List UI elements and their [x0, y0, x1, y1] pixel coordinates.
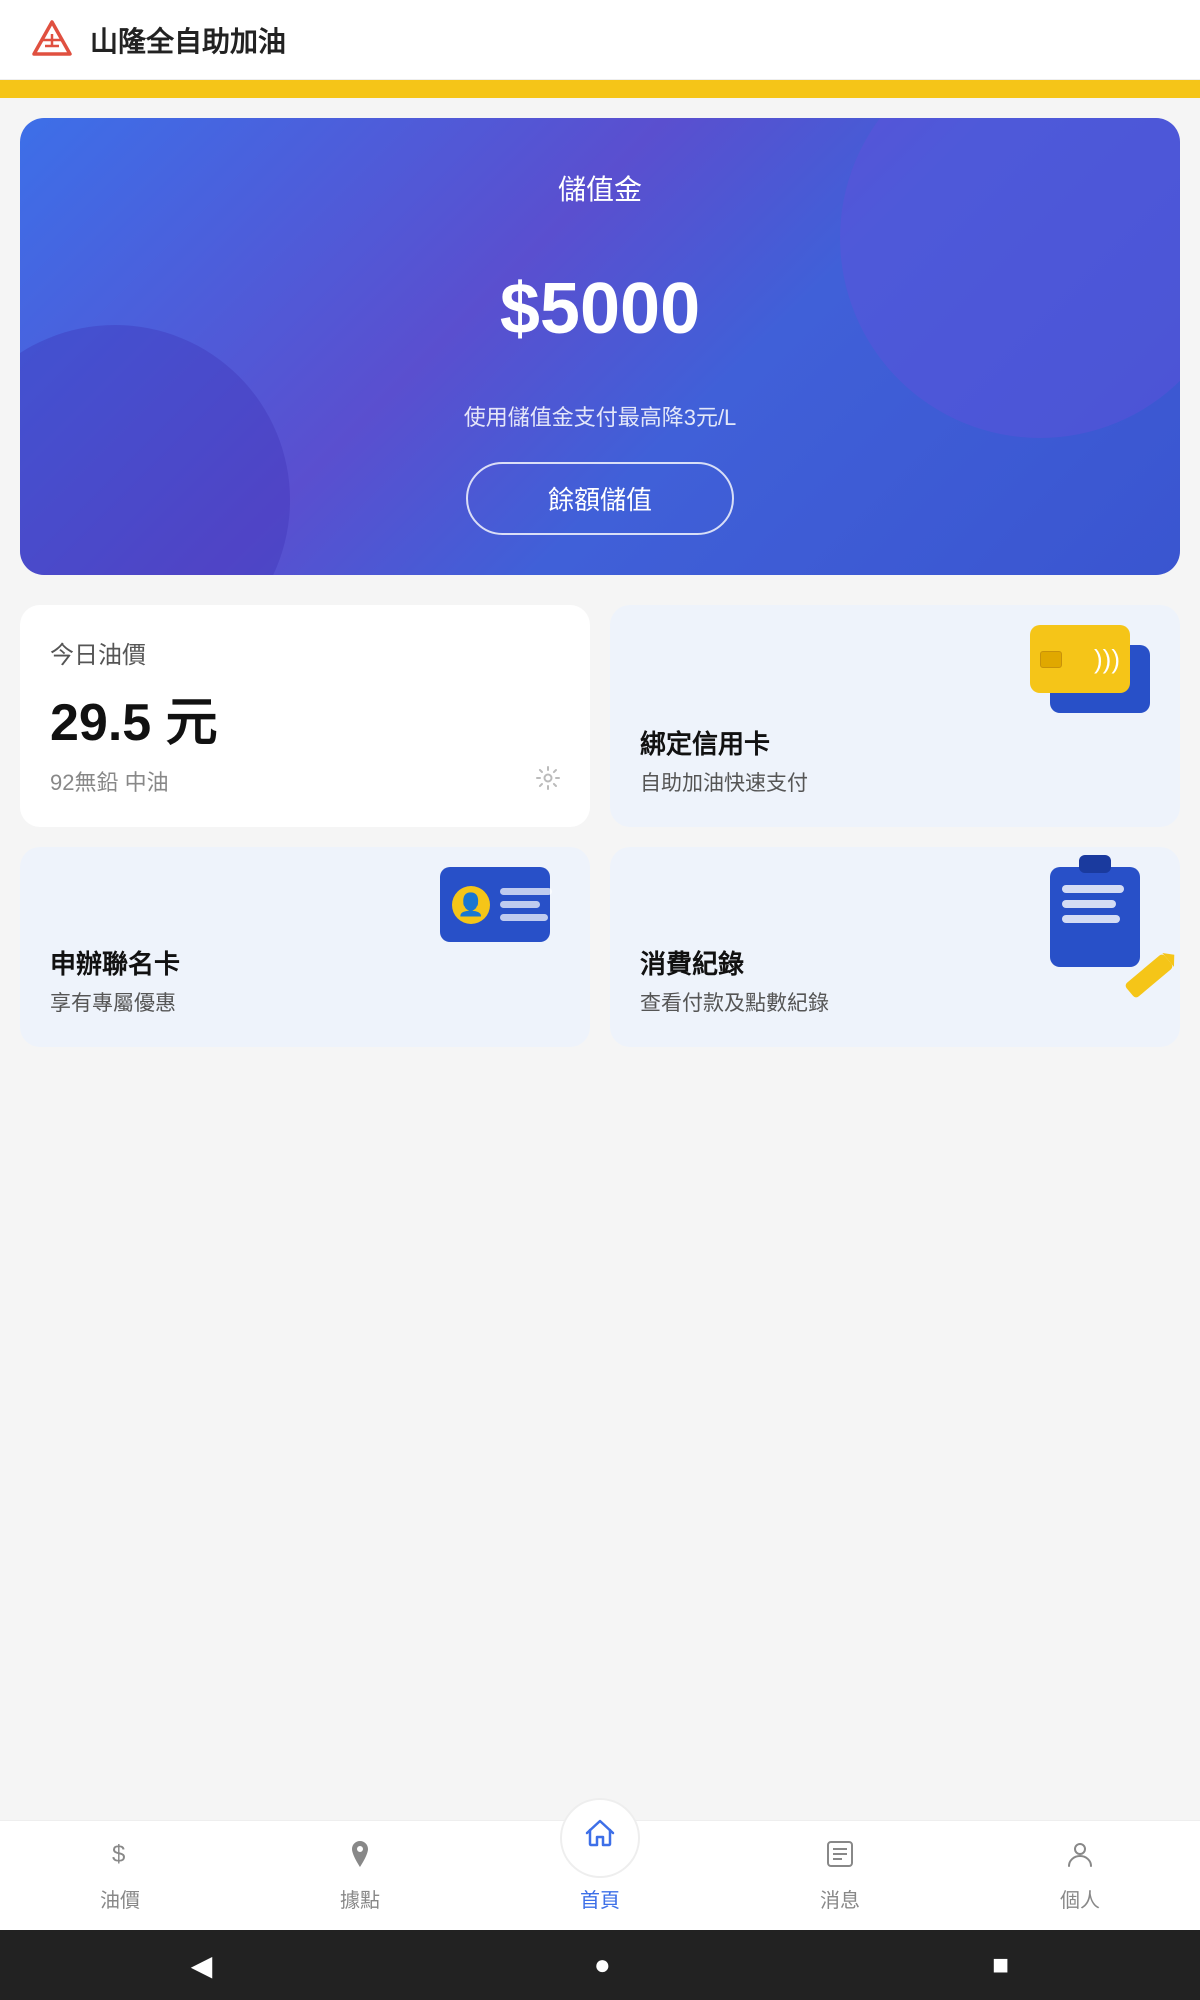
credit-card-feature[interactable]: ))) 綁定信用卡 自助加油快速支付 — [610, 605, 1180, 827]
nav-profile[interactable]: 個人 — [960, 1828, 1200, 1923]
member-line-2 — [500, 901, 540, 908]
credit-card-title: 綁定信用卡 — [640, 724, 1150, 761]
oil-price-sub: 92無鉛 中油 — [50, 765, 560, 797]
nav-points[interactable]: 據點 — [240, 1828, 480, 1923]
credit-card-sub: 自助加油快速支付 — [640, 767, 1150, 797]
member-card-icon: 👤 — [440, 867, 570, 967]
record-line-3 — [1062, 915, 1120, 923]
record-line-1 — [1062, 885, 1124, 893]
person-icon: 👤 — [457, 892, 484, 918]
membership-icon-area: 👤 — [440, 867, 570, 967]
nav-home-btn[interactable] — [560, 1798, 640, 1878]
nav-oil-label: 油價 — [100, 1884, 140, 1913]
android-recent-button[interactable]: ■ — [992, 1949, 1009, 1981]
nav-points-label: 據點 — [340, 1884, 380, 1913]
dollar-icon: $ — [104, 1838, 136, 1878]
bottom-nav: $ 油價 據點 首頁 — [0, 1820, 1200, 1930]
oil-price-value: 29.5 元 — [50, 680, 560, 755]
yellow-strip — [0, 80, 1200, 98]
location-icon — [344, 1838, 376, 1878]
record-icon — [1050, 867, 1160, 977]
home-icon — [581, 1815, 619, 1862]
balance-amount: $5000 — [50, 268, 1150, 350]
membership-feature[interactable]: 👤 申辦聯名卡 享有專屬優惠 — [20, 847, 590, 1047]
nav-news-label: 消息 — [820, 1884, 860, 1913]
top-up-button[interactable]: 餘額儲值 — [466, 462, 734, 535]
member-line-3 — [500, 914, 548, 921]
nav-home-label: 首頁 — [580, 1884, 620, 1913]
settings-icon[interactable] — [534, 764, 562, 799]
nav-news[interactable]: 消息 — [720, 1828, 960, 1923]
top-bar: 山隆全自助加油 — [0, 0, 1200, 80]
main-content: 儲值金 $5000 使用儲值金支付最高降3元/L 餘額儲值 今日油價 29.5 … — [0, 98, 1200, 2000]
record-line-2 — [1062, 900, 1116, 908]
cc-waves-icon: ))) — [1094, 644, 1120, 675]
balance-card: 儲值金 $5000 使用儲值金支付最高降3元/L 餘額儲值 — [20, 118, 1180, 575]
app-title: 山隆全自助加油 — [90, 20, 286, 60]
app-logo-icon — [30, 18, 74, 62]
balance-label: 儲值金 — [50, 168, 1150, 208]
cards-grid-row1: 今日油價 29.5 元 92無鉛 中油 ))) — [20, 605, 1180, 827]
person-nav-icon — [1064, 1838, 1096, 1878]
nav-profile-label: 個人 — [1060, 1884, 1100, 1913]
record-clipboard-body — [1050, 867, 1140, 967]
cc-chip — [1040, 651, 1062, 668]
news-icon — [824, 1838, 856, 1878]
oil-price-label: 今日油價 — [50, 635, 560, 670]
cc-front: ))) — [1030, 625, 1130, 693]
member-lines — [500, 888, 552, 921]
nav-home[interactable]: 首頁 — [480, 1828, 720, 1923]
android-home-button[interactable]: ● — [594, 1949, 611, 1981]
membership-sub: 享有專屬優惠 — [50, 987, 560, 1017]
credit-card-icon: ))) — [1030, 625, 1160, 725]
records-feature[interactable]: 消費紀錄 查看付款及點數紀錄 — [610, 847, 1180, 1047]
records-icon-area — [1050, 867, 1160, 977]
nav-oil-price[interactable]: $ 油價 — [0, 1828, 240, 1923]
balance-note: 使用儲值金支付最高降3元/L — [50, 400, 1150, 432]
svg-text:$: $ — [112, 1841, 125, 1868]
member-line-1 — [500, 888, 552, 895]
member-card-body: 👤 — [440, 867, 550, 942]
cards-grid-row2: 👤 申辦聯名卡 享有專屬優惠 — [20, 847, 1180, 1047]
credit-card-icon-area: ))) — [1030, 625, 1160, 725]
android-nav-bar: ◀ ● ■ — [0, 1930, 1200, 2000]
member-avatar: 👤 — [452, 886, 490, 924]
record-clip — [1079, 855, 1111, 873]
android-back-button[interactable]: ◀ — [191, 1949, 213, 1982]
records-sub: 查看付款及點數紀錄 — [640, 987, 1150, 1017]
oil-price-card: 今日油價 29.5 元 92無鉛 中油 — [20, 605, 590, 827]
